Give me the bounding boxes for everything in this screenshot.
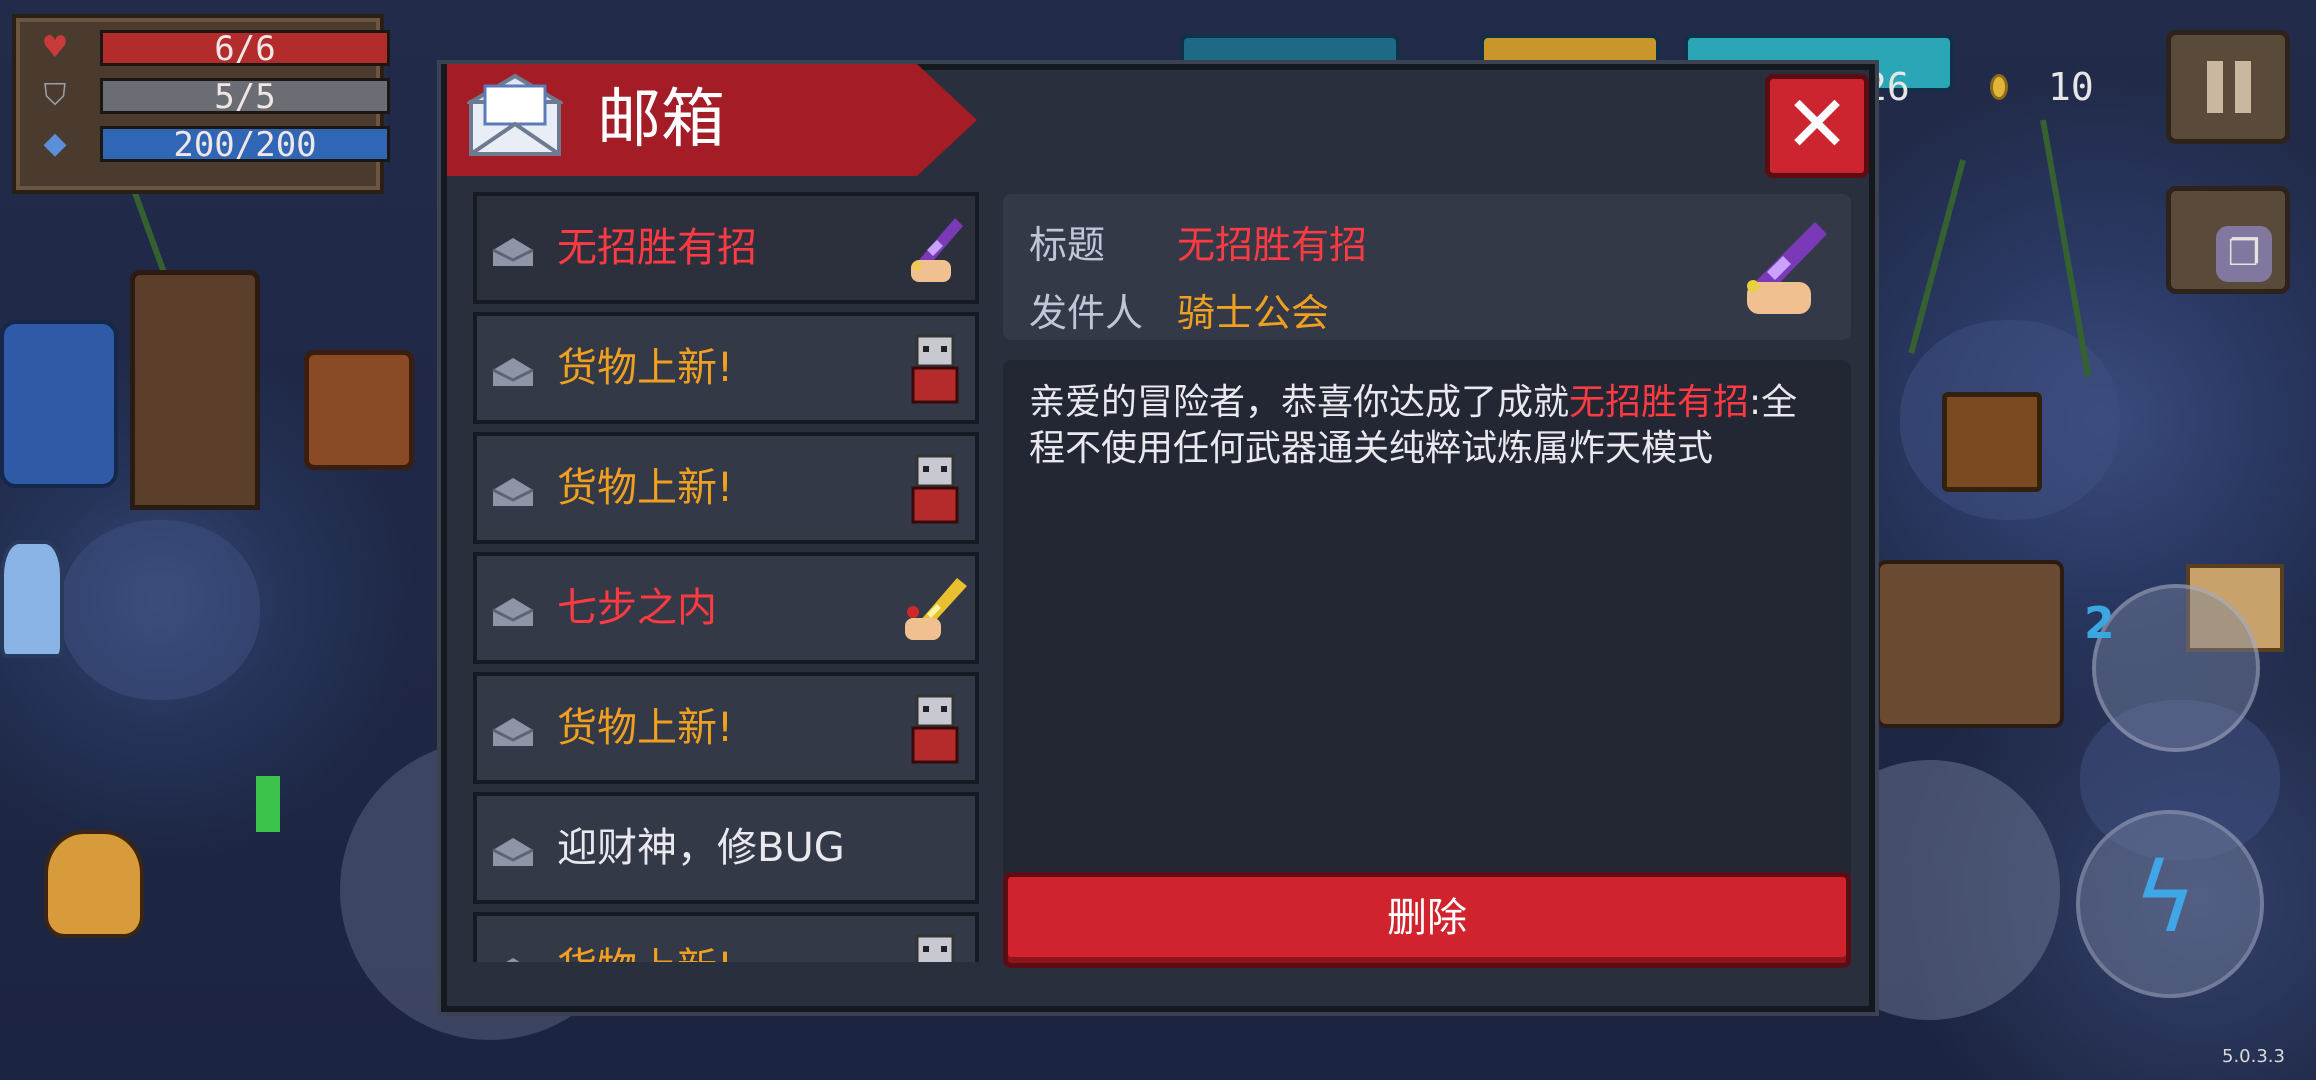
health-row: ♥ 6/6 — [32, 26, 390, 70]
mail-item[interactable]: 货物上新! — [473, 432, 979, 544]
sender-value: 骑士公会 — [1177, 291, 1330, 335]
energy-bar: 200/200 — [100, 126, 390, 162]
envelope-icon — [492, 358, 534, 386]
envelope-icon — [506, 958, 520, 962]
mail-item-title: 货物上新! — [557, 705, 734, 751]
shield-icon: ⛉ — [43, 78, 67, 113]
version-label: 5.0.3.3 — [2222, 1046, 2285, 1067]
player-stats-panel: ♥ 6/6 ⛉ 5/5 ◆ 200/200 — [12, 14, 390, 194]
rock-decoration — [60, 520, 260, 700]
envelope-icon — [492, 478, 534, 506]
sword-hand-icon — [911, 218, 963, 282]
mail-item[interactable]: 七步之内 — [473, 552, 979, 664]
merchant-npc[interactable] — [1876, 560, 2064, 728]
mail-item-title: 七步之内 — [557, 585, 717, 631]
delete-button[interactable]: 删除 — [1003, 872, 1851, 968]
merchant-icon — [911, 694, 959, 764]
energy-gem-icon: ◆ — [43, 126, 67, 161]
merchant-icon — [911, 334, 959, 404]
energy-row: ◆ 200/200 — [32, 122, 390, 166]
armor-row: ⛉ 5/5 — [32, 74, 390, 118]
mailbox-title: 邮箱 — [597, 83, 725, 157]
envelope-icon — [492, 598, 534, 626]
armor-bar: 5/5 — [100, 78, 390, 114]
body-text-start: 亲爱的冒险者，恭喜你达成了成就 — [1029, 382, 1570, 423]
mail-list[interactable]: 无招胜有招 货物上新! 货物上新! 七步之内 货物上新! 迎财神，修BUG — [473, 192, 983, 962]
weapon-button[interactable] — [2092, 584, 2260, 752]
gold-count: 10 — [2048, 65, 2094, 109]
npc-character[interactable] — [0, 540, 64, 658]
mail-item[interactable]: 货物上新! — [473, 672, 979, 784]
overlay-window-icon[interactable]: ❐ — [2216, 226, 2272, 282]
health-bar: 6/6 — [100, 30, 390, 66]
lightning-icon: ϟ — [2133, 842, 2197, 954]
mail-item[interactable]: 迎财神，修BUG — [473, 792, 979, 904]
pause-button[interactable] — [2166, 30, 2290, 144]
mail-item[interactable]: 货物上新! — [473, 912, 979, 962]
plant-prop — [256, 776, 280, 832]
title-label: 标题 — [1029, 223, 1106, 267]
close-button[interactable]: ✕ — [1765, 74, 1869, 178]
title-value: 无招胜有招 — [1177, 223, 1368, 267]
gold-sword-icon — [905, 578, 967, 640]
envelope-icon — [492, 838, 534, 866]
coin-icon — [1990, 74, 2008, 100]
mail-item[interactable]: 货物上新! — [473, 312, 979, 424]
chest-prop — [1942, 392, 2042, 492]
mailbox-dialog: 邮箱 ✕ 无招胜有招 货物上新! 货物上新! 七步之内 货物上新! 迎财神，修B… — [441, 64, 1875, 1012]
mail-item-title: 货物上新! — [557, 916, 733, 962]
envelope-icon — [492, 718, 534, 746]
sword-hand-icon — [1747, 222, 1827, 314]
sender-label: 发件人 — [1029, 291, 1144, 335]
vine-decoration — [1908, 159, 1966, 354]
mail-item-title: 货物上新! — [557, 345, 734, 391]
chest-prop — [304, 350, 414, 470]
merchant-icon — [915, 934, 955, 962]
armor-stand-prop — [0, 320, 118, 488]
achievement-name: 无招胜有招 — [1569, 382, 1750, 423]
mail-detail-header: 标题 无招胜有招 发件人 骑士公会 — [1003, 194, 1851, 340]
mail-body: 亲爱的冒险者，恭喜你达成了成就无招胜有招:全程不使用任何武器通关纯粹试炼属炸天模… — [1003, 360, 1851, 880]
player-character — [44, 830, 144, 938]
mail-item-title: 无招胜有招 — [557, 225, 757, 271]
envelope-icon — [492, 238, 534, 266]
heart-icon: ♥ — [41, 30, 69, 65]
ammo-count: 2 — [2084, 598, 2115, 649]
mailbox-title-banner: 邮箱 — [447, 64, 977, 176]
mail-item[interactable]: 无招胜有招 — [473, 192, 979, 304]
mail-item-title: 货物上新! — [557, 465, 734, 511]
merchant-icon — [911, 454, 959, 524]
mail-icon — [467, 73, 563, 156]
gold-counter: 10 — [1982, 62, 2122, 112]
mail-body-text: 亲爱的冒险者，恭喜你达成了成就无招胜有招:全程不使用任何武器通关纯粹试炼属炸天模… — [1029, 380, 1829, 472]
cabinet-prop — [130, 270, 260, 510]
mail-item-title: 迎财神，修BUG — [557, 825, 845, 871]
